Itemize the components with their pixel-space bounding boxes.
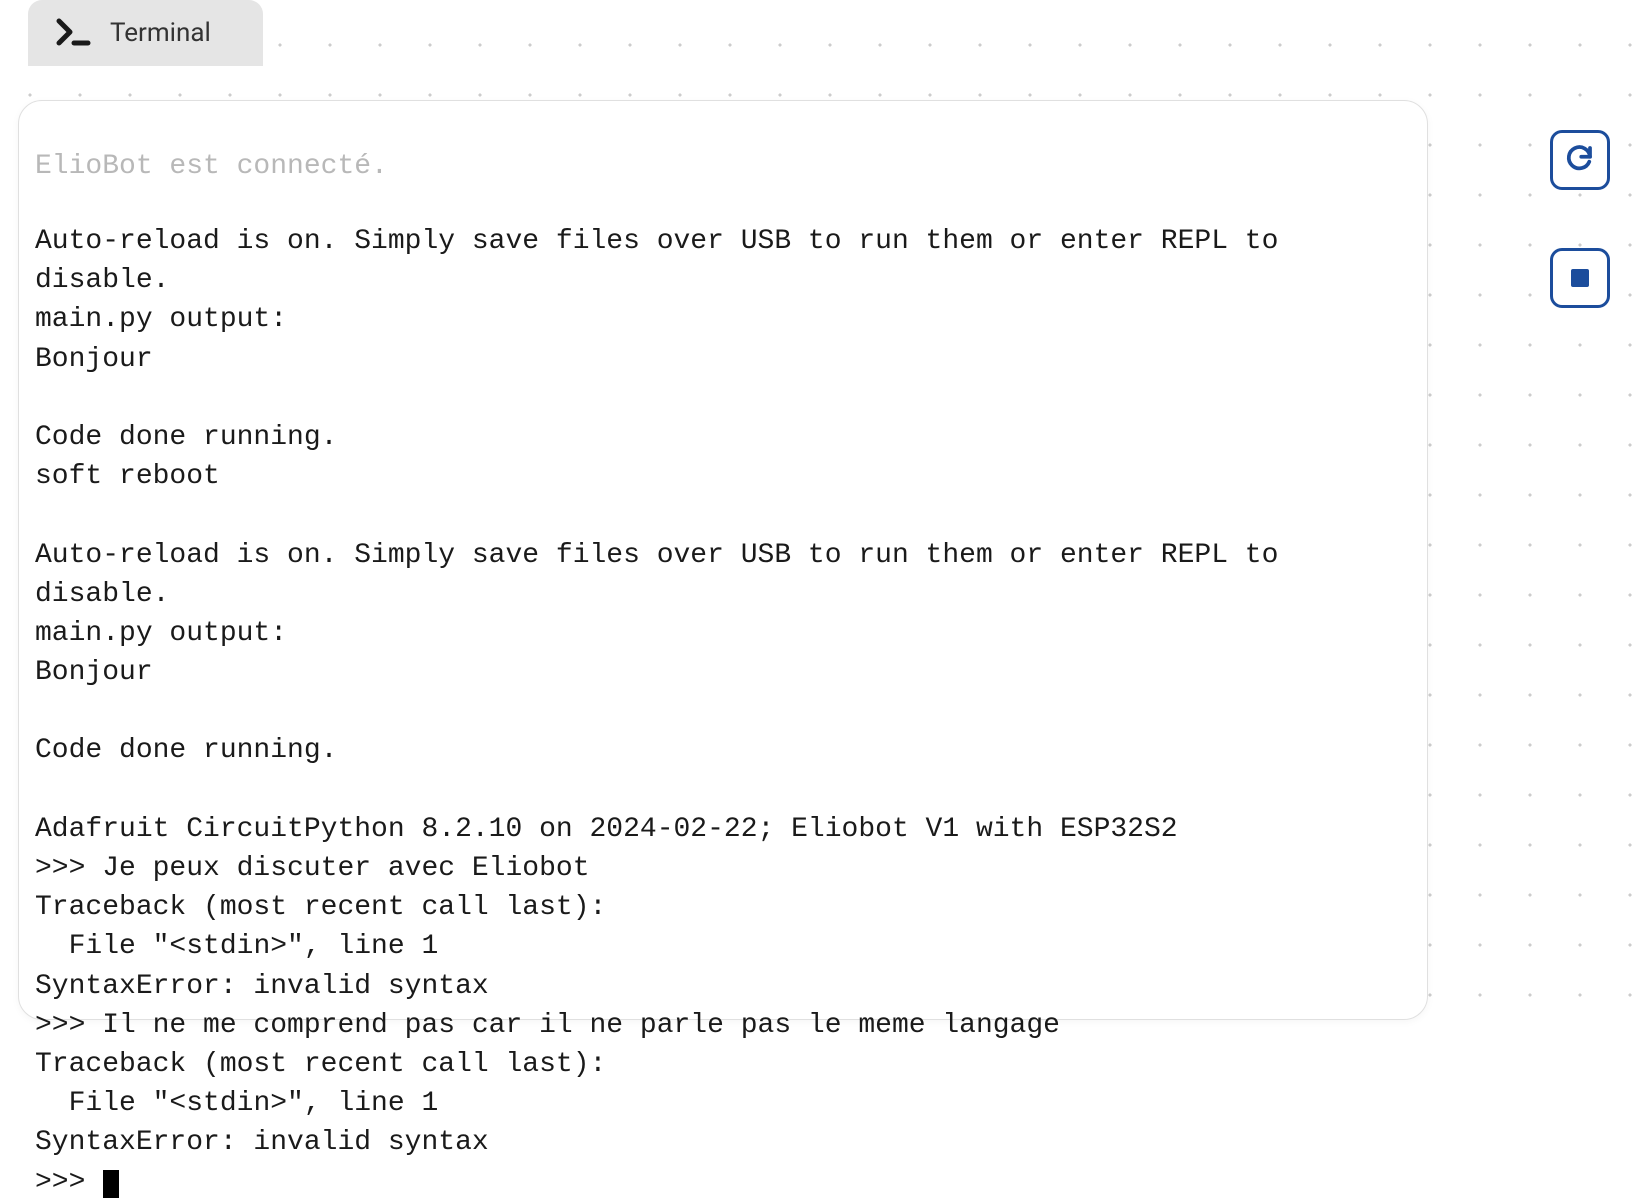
terminal-text: Auto-reload is on. Simply save files ove… (35, 226, 1295, 1158)
refresh-button[interactable] (1550, 130, 1610, 190)
cursor (103, 1170, 119, 1198)
refresh-icon (1565, 143, 1595, 177)
terminal-tab[interactable]: Terminal (28, 0, 263, 66)
connection-status: ElioBot est connecté. (19, 101, 1427, 194)
action-buttons (1550, 130, 1610, 308)
tab-label: Terminal (110, 18, 211, 48)
terminal-panel: ElioBot est connecté. Auto-reload is on.… (18, 100, 1428, 1020)
stop-button[interactable] (1550, 248, 1610, 308)
terminal-prompt: >>> (35, 1167, 102, 1198)
stop-icon (1571, 269, 1589, 287)
terminal-prompt-icon (56, 18, 92, 48)
tab-bar: Terminal (28, 0, 263, 66)
terminal-output[interactable]: Auto-reload is on. Simply save files ove… (19, 194, 1427, 1202)
